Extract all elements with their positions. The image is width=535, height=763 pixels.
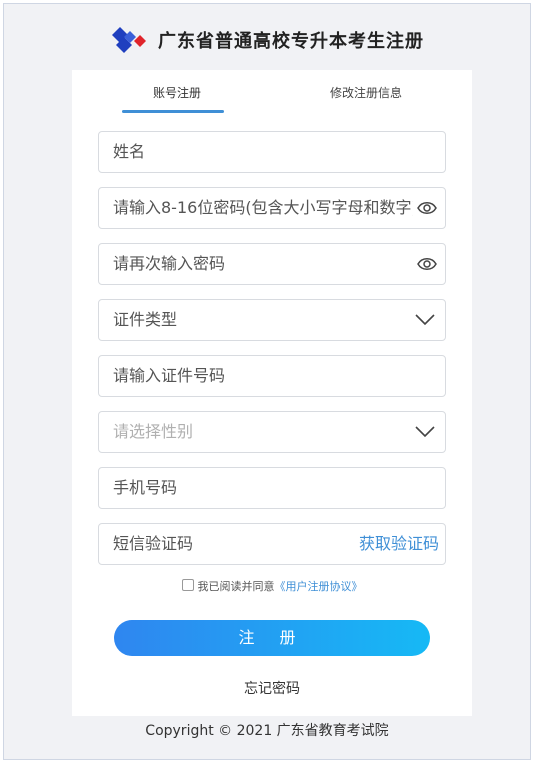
gender-select[interactable]: 请选择性别: [98, 411, 446, 453]
chevron-down-icon: [415, 314, 435, 326]
page-frame: 广东省普通高校专升本考生注册 账号注册 修改注册信息 姓名 请输入8-16位密码…: [3, 3, 531, 760]
password-field[interactable]: 请输入8-16位密码(包含大小写字母和数字): [98, 187, 446, 229]
active-tab-indicator: [122, 110, 224, 113]
page-header: 广东省普通高校专升本考生注册: [4, 22, 530, 58]
agreement-text: 我已阅读并同意: [197, 580, 275, 593]
tab-bar: 账号注册 修改注册信息: [72, 70, 472, 114]
tab-account-register[interactable]: 账号注册: [153, 84, 201, 101]
register-card: 账号注册 修改注册信息 姓名 请输入8-16位密码(包含大小写字母和数字) 请再…: [72, 70, 472, 716]
phone-placeholder: 手机号码: [113, 478, 178, 497]
copyright-footer: Copyright © 2021 广东省教育考试院: [145, 723, 389, 739]
name-placeholder: 姓名: [113, 142, 146, 161]
password-placeholder: 请输入8-16位密码(包含大小写字母和数字): [113, 198, 413, 217]
agreement-row: 我已阅读并同意《用户注册协议》: [72, 578, 472, 594]
diamond-logo-icon: [112, 27, 146, 53]
id-type-placeholder: 证件类型: [113, 310, 178, 329]
forgot-password-link[interactable]: 忘记密码: [72, 678, 472, 698]
password-confirm-field[interactable]: 请再次输入密码: [98, 243, 446, 285]
password-confirm-placeholder: 请再次输入密码: [113, 254, 226, 273]
id-type-select[interactable]: 证件类型: [98, 299, 446, 341]
name-field[interactable]: 姓名: [98, 131, 446, 173]
get-sms-code-button[interactable]: 获取验证码: [359, 524, 439, 564]
eye-icon[interactable]: [417, 200, 437, 216]
sms-code-placeholder: 短信验证码: [113, 534, 194, 553]
tab-modify-register-info[interactable]: 修改注册信息: [330, 84, 402, 101]
register-button[interactable]: 注 册: [114, 620, 430, 656]
chevron-down-icon: [415, 426, 435, 438]
agreement-link[interactable]: 《用户注册协议》: [275, 580, 363, 593]
gender-placeholder: 请选择性别: [113, 422, 194, 441]
id-number-placeholder: 请输入证件号码: [113, 366, 226, 385]
phone-field[interactable]: 手机号码: [98, 467, 446, 509]
sms-code-field[interactable]: 短信验证码 获取验证码: [98, 523, 446, 565]
page-title: 广东省普通高校专升本考生注册: [158, 31, 424, 52]
agreement-checkbox[interactable]: [181, 579, 194, 591]
eye-icon[interactable]: [417, 256, 437, 272]
id-number-field[interactable]: 请输入证件号码: [98, 355, 446, 397]
